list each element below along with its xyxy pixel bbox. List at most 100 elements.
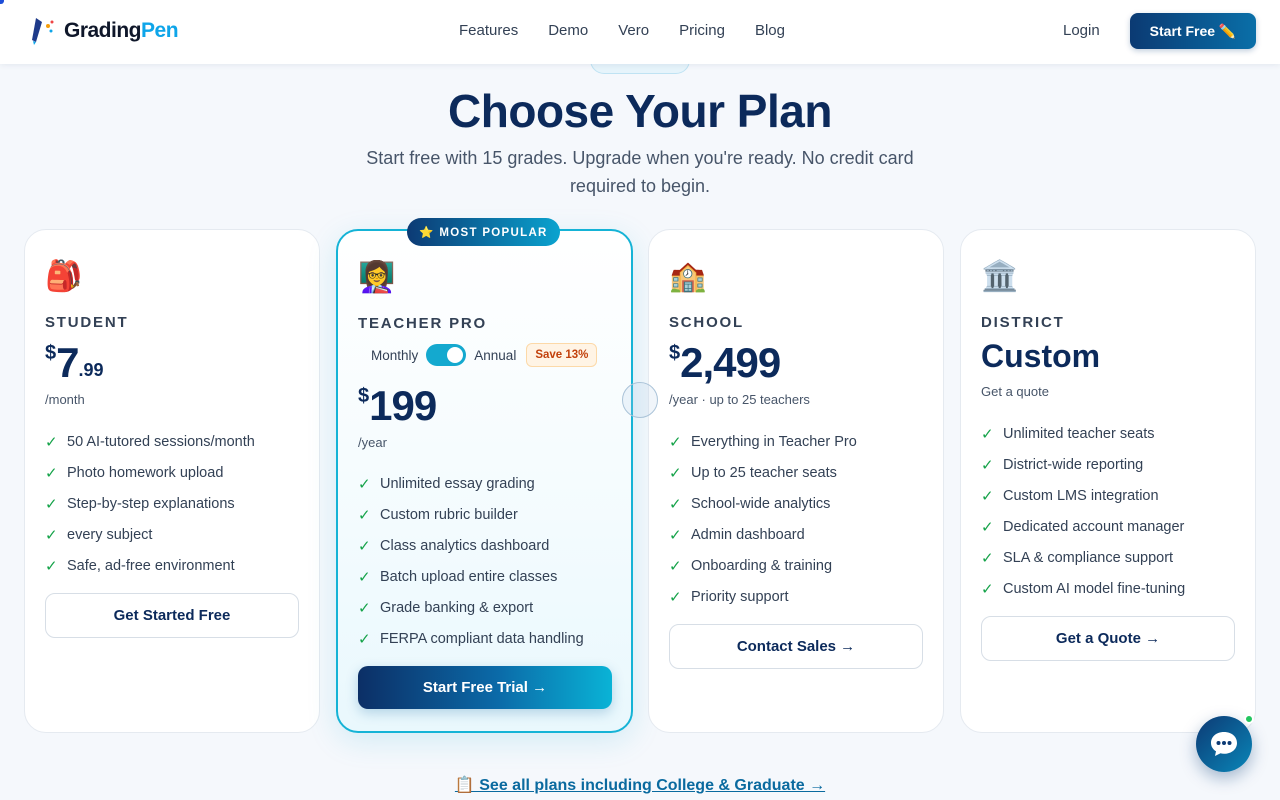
plan-tier: DISTRICT	[981, 314, 1065, 331]
list-item: ✓ Batch upload entire classes	[358, 568, 558, 586]
check-icon: ✓	[669, 433, 682, 451]
check-icon: ✓	[981, 425, 994, 443]
pen-logo-icon	[32, 18, 54, 45]
list-item: ✓ every subject	[45, 526, 153, 544]
list-item: ✓ Photo homework upload	[45, 464, 224, 482]
list-item: ✓ SLA & compliance support	[981, 549, 1174, 567]
feature-list: ✓ 50 AI-tutored sessions/month ✓ Photo hom…	[45, 426, 255, 581]
nav-features[interactable]: Features	[459, 22, 518, 39]
check-icon: ✓	[669, 526, 682, 544]
toggle-monthly-label[interactable]: Monthly	[371, 348, 418, 363]
list-item: ✓ Unlimited teacher seats	[981, 425, 1155, 443]
plan-price: Custom	[981, 338, 1101, 374]
list-item: ✓ Up to 25 teacher seats	[669, 464, 837, 482]
check-icon: ✓	[981, 518, 994, 536]
corner-marker	[0, 0, 4, 4]
check-icon: ✓	[669, 464, 682, 482]
cursor-indicator	[622, 382, 658, 418]
online-status-dot	[1244, 714, 1254, 724]
chat-button[interactable]	[1196, 716, 1252, 772]
login-link[interactable]: Login	[1063, 22, 1100, 39]
feature-list: ✓ Unlimited essay grading ✓ Custom rubric …	[358, 468, 584, 654]
price-amount: 7	[56, 339, 79, 386]
list-item: ✓ School-wide analytics	[669, 495, 831, 513]
top-navbar: GradingPen Features Demo Vero Pricing Bl…	[0, 0, 1280, 64]
plan-tier: SCHOOL	[669, 314, 744, 331]
list-item: ✓ Priority support	[669, 588, 789, 606]
list-item: ✓ Class analytics dashboard	[358, 537, 550, 555]
start-free-trial-button[interactable]: Start Free Trial →	[358, 666, 612, 709]
logo-text: GradingPen	[64, 19, 179, 42]
page-title: Choose Your Plan	[448, 85, 832, 137]
billing-toggle-switch[interactable]	[426, 344, 467, 366]
list-item: ✓ Admin dashboard	[669, 526, 805, 544]
currency-symbol: $	[669, 342, 681, 364]
page-subtitle: Start free with 15 grades. Upgrade when …	[366, 148, 914, 196]
list-item: ✓ Dedicated account manager	[981, 518, 1185, 536]
list-item: ✓ Custom AI model fine-tuning	[981, 580, 1186, 598]
price-amount: 199	[369, 382, 437, 429]
toggle-annual-label[interactable]: Annual	[474, 348, 516, 363]
price-amount: 2,499	[680, 339, 781, 386]
price-cents: .99	[78, 360, 104, 380]
building-icon: 🏛️	[981, 260, 1019, 293]
plan-price: $ 7 .99	[45, 338, 104, 388]
plan-card-district: 🏛️ DISTRICT Custom Get a quote ✓ Unlimite…	[960, 229, 1256, 733]
check-icon: ✓	[358, 475, 371, 493]
currency-symbol: $	[45, 342, 57, 364]
check-icon: ✓	[45, 464, 58, 482]
most-popular-badge: ⭐ MOST POPULAR	[407, 218, 560, 246]
plan-period: /month	[45, 392, 85, 407]
check-icon: ✓	[981, 549, 994, 567]
billing-toggle-row: Monthly Annual Save 13%	[371, 343, 598, 367]
save-badge: Save 13%	[526, 343, 598, 367]
check-icon: ✓	[358, 599, 371, 617]
list-item: ✓ Custom LMS integration	[981, 487, 1159, 505]
nav-vero[interactable]: Vero	[618, 22, 649, 39]
logo[interactable]: GradingPen	[30, 16, 179, 46]
currency-symbol: $	[358, 385, 370, 407]
list-item: ✓ Custom rubric builder	[358, 506, 518, 524]
check-icon: ✓	[358, 630, 371, 648]
plan-card-school: 🏫 SCHOOL $ 2,499 /year · up to 25 teache…	[648, 229, 944, 733]
plan-period: /year	[358, 435, 387, 450]
plan-price: $ 199	[358, 381, 437, 431]
check-icon: ✓	[45, 433, 58, 451]
plan-period: /year · up to 25 teachers	[669, 392, 810, 407]
contact-sales-button[interactable]: Contact Sales →	[669, 624, 923, 669]
nav-blog[interactable]: Blog	[755, 22, 785, 39]
nav-demo[interactable]: Demo	[548, 22, 588, 39]
main-nav: Features Demo Vero Pricing Blog	[459, 22, 785, 39]
chat-bubble-icon	[1211, 732, 1237, 756]
list-item: ✓ 50 AI-tutored sessions/month	[45, 433, 255, 451]
plan-card-teacher-pro: 👩‍🏫 TEACHER PRO Monthly Annual Save 13% …	[336, 229, 633, 733]
teacher-icon: 👩‍🏫	[358, 261, 396, 294]
plan-card-student: 🎒 STUDENT $ 7 .99 /month ✓ 50 AI-tutored …	[24, 229, 320, 733]
start-free-button[interactable]: Start Free ✏️	[1130, 13, 1256, 49]
get-a-quote-button[interactable]: Get a Quote →	[981, 616, 1235, 661]
toggle-knob	[447, 347, 464, 363]
see-all-plans-link[interactable]: 📋 See all plans including College & Grad…	[0, 775, 1280, 795]
check-icon: ✓	[669, 588, 682, 606]
list-item: ✓ District-wide reporting	[981, 456, 1144, 474]
plan-tier: STUDENT	[45, 314, 129, 331]
check-icon: ✓	[45, 526, 58, 544]
check-icon: ✓	[358, 568, 371, 586]
check-icon: ✓	[669, 557, 682, 575]
check-icon: ✓	[981, 456, 994, 474]
list-item: ✓ Unlimited essay grading	[358, 475, 535, 493]
check-icon: ✓	[669, 495, 682, 513]
get-started-free-button[interactable]: Get Started Free	[45, 593, 299, 638]
check-icon: ✓	[358, 506, 371, 524]
nav-pricing[interactable]: Pricing	[679, 22, 725, 39]
list-item: ✓ Onboarding & training	[669, 557, 833, 575]
backpack-icon: 🎒	[45, 260, 83, 293]
check-icon: ✓	[981, 487, 994, 505]
check-icon: ✓	[45, 495, 58, 513]
check-icon: ✓	[45, 557, 58, 575]
list-item: ✓ FERPA compliant data handling	[358, 630, 584, 648]
check-icon: ✓	[358, 537, 371, 555]
feature-list: ✓ Unlimited teacher seats ✓ District-wide …	[981, 418, 1185, 604]
list-item: ✓ Step-by-step explanations	[45, 495, 235, 513]
list-item: ✓ Everything in Teacher Pro	[669, 433, 857, 451]
